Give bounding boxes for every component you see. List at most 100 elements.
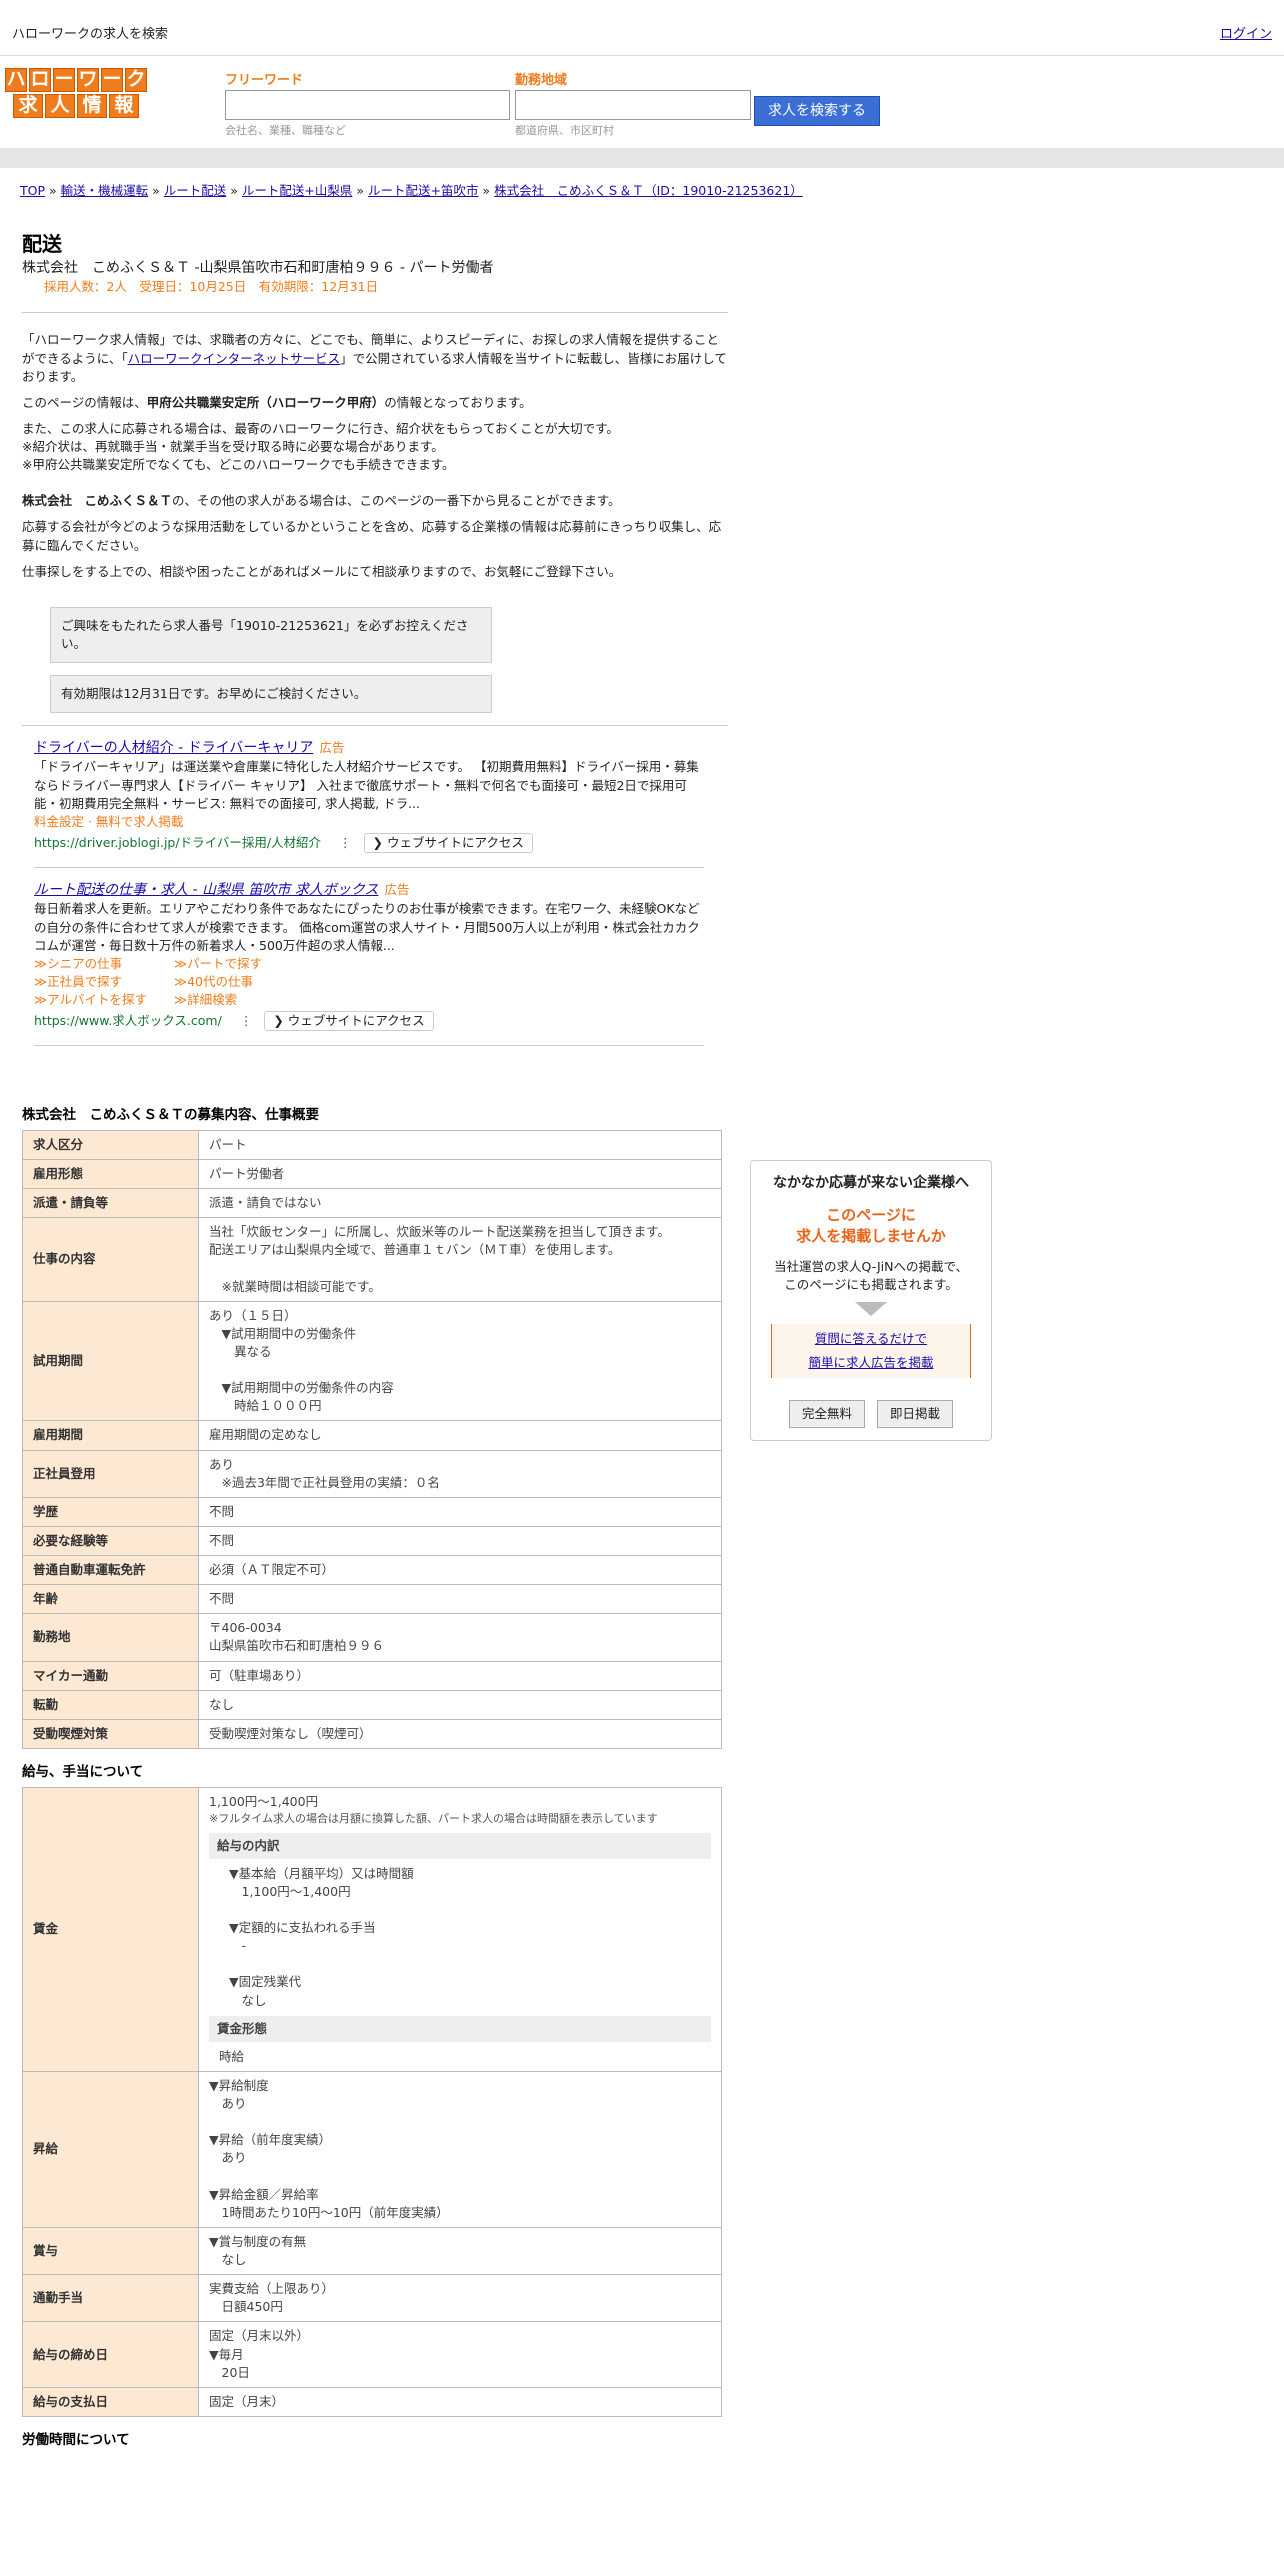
- breadcrumb-separator: »: [352, 183, 368, 198]
- logo-char: 人: [45, 94, 75, 118]
- overview-section-title: 株式会社 こめふくＳ＆Ｔの募集内容、仕事概要: [22, 1107, 319, 1124]
- row-key: 昇給: [22, 2070, 199, 2228]
- salary-section-title: 給与、手当について: [22, 1763, 144, 1780]
- breadcrumb-separator: »: [478, 183, 495, 198]
- row-key: 勤務地: [22, 1613, 199, 1662]
- ad-sitelink[interactable]: ≫シニアの仕事: [34, 955, 174, 973]
- logo-char: ー: [53, 68, 75, 92]
- top-bar: ハローワークの求人を検索 ログイン: [0, 0, 1284, 56]
- breadcrumb-separator: »: [226, 183, 242, 198]
- table-row: 受動喫煙対策 受動喫煙対策なし（喫煙可）: [22, 1718, 722, 1749]
- wage-form-title: 賃金形態: [209, 2015, 711, 2042]
- intro-paragraph-3: また、この求人に応募される場合は、最寄のハローワークに行き、紹介状をもらっておく…: [22, 420, 728, 474]
- free-button[interactable]: 完全無料: [788, 1400, 865, 1429]
- logo-char: ー: [101, 68, 123, 92]
- promo-link-box: 質問に答えるだけで 簡単に求人広告を掲載: [771, 1324, 971, 1379]
- breadcrumb-link[interactable]: ルート配送: [164, 183, 227, 198]
- table-row: 給与の締め日 固定（月末以外） ▼毎月 20日: [22, 2321, 722, 2388]
- free-word-input[interactable]: [225, 90, 510, 120]
- intro-paragraph-2: このページの情報は、甲府公共職業安定所（ハローワーク甲府）の情報となっております…: [22, 394, 728, 412]
- intro-text: ※甲府公共職業安定所でなくても、どこのハローワークでも手続きできます。: [22, 457, 455, 473]
- breadcrumb-link[interactable]: 株式会社 こめふくＳ＆Ｔ（ID：19010-21253621）: [494, 183, 803, 198]
- job-number-note: ご興味をもたれたら求人番号「19010-21253621」を必ずお控えください。: [50, 606, 492, 664]
- ad-title-link[interactable]: ルート配送の仕事・求人 - 山梨県 笛吹市 求人ボックス: [34, 882, 378, 898]
- same-day-button[interactable]: 即日掲載: [877, 1400, 954, 1429]
- row-value: ▼賞与制度の有無 なし: [198, 2226, 722, 2276]
- table-row: 年齢 不問: [22, 1584, 722, 1615]
- table-row: 雇用形態 パート労働者: [22, 1158, 722, 1190]
- row-value: 可（駐車場あり）: [198, 1660, 722, 1691]
- ad-url[interactable]: https://www.求人ボックス.com/: [34, 1012, 222, 1030]
- promo-desc-1: 当社運営の求人Q-JiNへの掲載で、: [774, 1258, 968, 1274]
- intro-text: また、この求人に応募される場合は、最寄のハローワークに行き、紹介状をもらっておく…: [22, 420, 619, 436]
- ad-sitelink[interactable]: ≫詳細検索: [174, 991, 334, 1009]
- side-promo: なかなか応募が来ない企業様へ このページに 求人を掲載しませんか 当社運営の求人…: [750, 1160, 992, 1442]
- logo-char: ロ: [29, 68, 51, 92]
- row-key: 雇用期間: [22, 1420, 199, 1451]
- visit-website-button[interactable]: ❯ ウェブサイトにアクセス: [363, 832, 533, 854]
- top-search-text: ハローワークの求人を検索: [12, 27, 169, 42]
- free-word-label: フリーワード: [225, 73, 304, 88]
- ad-sitelink[interactable]: ≫正社員で探す: [34, 973, 174, 991]
- login-link[interactable]: ログイン: [1220, 26, 1272, 45]
- header-divider: [0, 148, 1284, 168]
- area-input[interactable]: [515, 90, 751, 120]
- intro-text: ※紹介状は、再就職手当・就業手当を受け取る時に必要な場合があります。: [22, 439, 444, 455]
- wage-note: ※フルタイム求人の場合は月額に換算した額、パート求人の場合は時間額を表示していま…: [209, 1811, 658, 1825]
- intro-text: の、その他の求人がある場合は、このページの一番下から見ることができます。: [172, 493, 621, 509]
- ad-tag: 広告: [319, 740, 345, 756]
- row-key: 普通自動車運転免許: [22, 1555, 199, 1586]
- logo-row-1: ハローワーク: [5, 68, 147, 92]
- breadcrumb-separator: »: [45, 183, 61, 198]
- breadcrumb-link[interactable]: 輸送・機械運転: [61, 183, 149, 198]
- row-key: 試用期間: [22, 1300, 199, 1422]
- row-key: 年齢: [22, 1584, 199, 1615]
- main-content: 配送 株式会社 こめふくＳ＆Ｔ -山梨県笛吹市石和町唐柏９９６ - パート労働者…: [22, 232, 728, 2455]
- visit-website-button[interactable]: ❯ ウェブサイトにアクセス: [264, 1011, 434, 1032]
- row-value: パート労働者: [198, 1158, 722, 1190]
- promo-link-2[interactable]: 簡単に求人広告を掲載: [808, 1355, 933, 1370]
- table-row: 仕事の内容 当社「炊飯センター」に所属し、炊飯米等のルート配送業務を担当して頂きま…: [22, 1217, 722, 1302]
- row-value: 必須（ＡＴ限定不可）: [198, 1555, 722, 1586]
- ad-sitelink[interactable]: ≫アルバイトを探す: [34, 991, 174, 1009]
- row-key: 通勤手当: [22, 2274, 199, 2323]
- row-value: 雇用期間の定めなし: [198, 1420, 722, 1451]
- row-value: 不問: [198, 1525, 722, 1557]
- breadcrumb-link[interactable]: ルート配送+山梨県: [242, 183, 352, 198]
- hellowork-logo[interactable]: ハローワーク 求人情報: [5, 68, 147, 120]
- row-key: 仕事の内容: [22, 1217, 199, 1302]
- ad-url[interactable]: https://driver.joblogi.jp/ドライバー採用/人材紹介: [34, 834, 321, 852]
- row-value: 実費支給（上限あり） 日額450円: [198, 2274, 722, 2323]
- more-options-icon[interactable]: ⋮: [339, 834, 352, 852]
- wage-breakdown-title: 給与の内訳: [209, 1832, 711, 1859]
- promo-red-1: このページに: [826, 1206, 916, 1225]
- divider: [22, 725, 728, 727]
- logo-char: 求: [13, 94, 43, 118]
- overview-table: 求人区分 パート 雇用形態 パート労働者 派遣・請負等 派遣・請負ではない 仕事の内容 当社「…: [22, 1129, 722, 1749]
- row-value: なし: [198, 1689, 722, 1720]
- table-row: 通勤手当 実費支給（上限あり） 日額450円: [22, 2274, 722, 2323]
- search-button[interactable]: 求人を検索する: [754, 96, 880, 126]
- intro-paragraph-1: 「ハローワーク求人情報」では、求職者の方々に、どこでも、簡単に、よりスピーディに…: [22, 331, 728, 385]
- ad-description: 毎日新着求人を更新。エリアやこだわり条件であなたにぴったりのお仕事が検索できます…: [34, 901, 700, 953]
- hellowork-internet-link[interactable]: ハローワークインターネットサービス: [128, 351, 341, 366]
- row-key: 給与の支払日: [22, 2386, 199, 2417]
- ad-sitelink[interactable]: ≫パートで探す: [174, 955, 334, 973]
- row-key: 雇用形態: [22, 1158, 199, 1190]
- table-row: 給与の支払日 固定（月末）: [22, 2386, 722, 2417]
- ad-title-link[interactable]: ドライバーの人材紹介 - ドライバーキャリア: [34, 740, 313, 756]
- row-value: 固定（月末）: [198, 2386, 722, 2417]
- promo-link-1[interactable]: 質問に答えるだけで: [815, 1331, 927, 1346]
- office-name: 甲府公共職業安定所（ハローワーク甲府）: [146, 394, 385, 410]
- table-row: 勤務地 〒406-0034 山梨県笛吹市石和町唐柏９９６: [22, 1613, 722, 1662]
- ad-sitelink[interactable]: ≫40代の仕事: [174, 973, 334, 991]
- breadcrumb-link[interactable]: TOP: [20, 183, 45, 198]
- breadcrumb-link[interactable]: ルート配送+笛吹市: [368, 183, 478, 198]
- row-key: 求人区分: [22, 1129, 199, 1160]
- row-key: 転勤: [22, 1689, 199, 1720]
- more-options-icon[interactable]: ⋮: [240, 1012, 253, 1030]
- ad-extra-link[interactable]: 料金設定 · 無料で求人掲載: [34, 813, 704, 831]
- table-row: 求人区分 パート: [22, 1129, 722, 1160]
- row-value: 不問: [198, 1584, 722, 1615]
- table-row: 賃金 1,100円〜1,400円 ※フルタイム求人の場合は月額に換算した額、パー…: [22, 1786, 722, 2072]
